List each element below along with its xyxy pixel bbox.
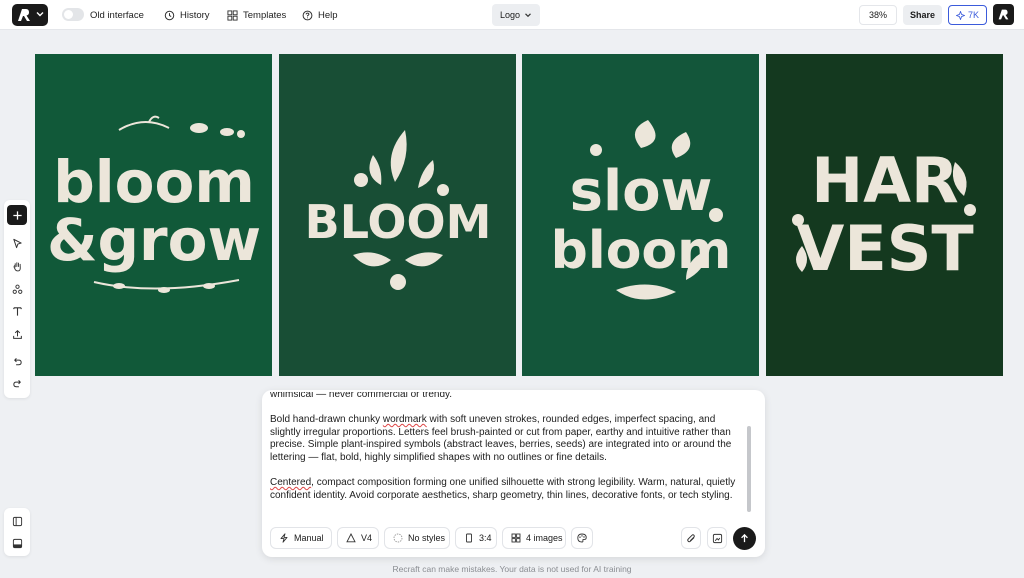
image-artwork: bloom &grow — [46, 115, 261, 293]
history-label: History — [180, 9, 210, 21]
palette-button[interactable] — [571, 527, 593, 549]
style-category-select[interactable]: Logo — [492, 4, 540, 26]
image-count-button[interactable]: 4 images — [502, 527, 566, 549]
image-count-value: 4 images — [526, 533, 563, 543]
image-icon — [712, 533, 722, 543]
zoom-level-button[interactable]: 38% — [859, 5, 897, 25]
palette-icon — [577, 533, 587, 543]
zoom-level-value: 38% — [868, 10, 887, 20]
generated-image-1[interactable]: bloom &grow — [35, 54, 272, 376]
image-artwork: HAR VEST — [791, 144, 976, 285]
model-button[interactable]: V4 — [337, 527, 379, 549]
grid-icon — [511, 533, 521, 543]
generated-image-4[interactable]: HAR VEST — [766, 54, 1003, 376]
prompt-paragraph-1: whimsical — never commercial or trendy. — [270, 392, 453, 400]
select-tool[interactable] — [7, 233, 27, 253]
mode-value: Manual — [294, 533, 324, 543]
canvas-toolbar — [4, 200, 30, 398]
artwork-line-1: slow — [569, 159, 712, 224]
style-icon — [393, 533, 403, 543]
help-icon — [302, 10, 313, 20]
style-category-value: Logo — [499, 10, 521, 20]
artwork-line-1: BLOOM — [304, 195, 491, 249]
help-label: Help — [318, 9, 338, 21]
generated-image-2[interactable]: BLOOM — [279, 54, 516, 376]
add-button[interactable] — [7, 205, 27, 225]
image-artwork: slow bloom — [550, 120, 731, 300]
components-tool[interactable] — [7, 279, 27, 299]
artwork-line-1: HAR — [811, 144, 959, 217]
app-menu-button[interactable] — [12, 4, 48, 26]
hand-icon — [13, 261, 21, 271]
help-button[interactable]: Help — [302, 8, 338, 22]
upload-tool[interactable] — [7, 324, 27, 344]
prompt-scrollbar[interactable] — [747, 426, 751, 512]
hand-tool[interactable] — [7, 256, 27, 276]
generated-image-3[interactable]: slow bloom — [522, 54, 759, 376]
shapes-icon — [12, 284, 22, 294]
generate-button[interactable] — [733, 527, 756, 550]
templates-label: Templates — [243, 9, 287, 21]
history-button[interactable]: History — [164, 8, 210, 22]
layers-panel-button[interactable] — [7, 511, 27, 531]
image-artwork: BLOOM — [304, 130, 491, 290]
credits-value: 7K — [967, 10, 979, 20]
templates-button[interactable]: Templates — [227, 8, 286, 22]
sidebar-icon — [12, 516, 22, 526]
old-interface-label: Old interface — [90, 9, 144, 21]
aspect-ratio-button[interactable]: 3:4 — [455, 527, 497, 549]
sparkle-icon — [955, 10, 965, 20]
prompt-paragraph-2: Bold hand-drawn chunky wordmark with sof… — [270, 414, 732, 463]
view-toolbar — [4, 508, 30, 556]
model-icon — [346, 533, 356, 543]
image-prompt-button[interactable] — [707, 527, 727, 549]
share-label: Share — [909, 10, 935, 20]
artwork-line-2: &grow — [46, 206, 260, 274]
top-bar: Old interface History Templates Help Log… — [0, 0, 1024, 30]
text-tool[interactable] — [7, 301, 27, 321]
old-interface-toggle[interactable] — [62, 8, 84, 21]
undo-button[interactable] — [7, 351, 27, 371]
attach-button[interactable] — [681, 527, 701, 549]
artwork-line-2: bloom — [550, 221, 731, 281]
redo-icon — [12, 379, 21, 387]
bottom-panel-button[interactable] — [7, 533, 27, 553]
aspect-ratio-icon — [466, 533, 472, 543]
user-avatar[interactable] — [993, 4, 1014, 25]
share-button[interactable]: Share — [903, 5, 942, 25]
prompt-paragraph-3: Centered, compact composition forming on… — [270, 477, 736, 501]
artwork-line-2: VEST — [796, 212, 973, 285]
model-value: V4 — [361, 533, 373, 543]
styles-button[interactable]: No styles — [384, 527, 450, 549]
recraft-logo-icon — [998, 9, 1009, 20]
panel-bottom-icon — [12, 538, 22, 548]
recraft-logo-icon — [18, 9, 30, 21]
arrow-up-icon — [741, 533, 748, 543]
history-icon — [164, 10, 175, 20]
disclaimer-text: Recraft can make mistakes. Your data is … — [392, 564, 632, 574]
upload-icon — [12, 329, 22, 339]
lightning-icon — [280, 533, 288, 543]
undo-icon — [13, 357, 22, 365]
aspect-ratio-value: 3:4 — [479, 533, 492, 543]
mode-button[interactable]: Manual — [270, 527, 332, 549]
styles-value: No styles — [408, 533, 446, 543]
plus-icon — [12, 210, 22, 220]
templates-icon — [227, 9, 238, 21]
paperclip-icon — [686, 533, 695, 542]
cursor-icon — [12, 238, 22, 248]
redo-button[interactable] — [7, 373, 27, 393]
chevron-down-icon — [525, 13, 531, 18]
credits-button[interactable]: 7K — [948, 5, 987, 25]
text-icon — [12, 306, 22, 316]
chevron-down-icon — [36, 12, 44, 17]
prompt-textarea[interactable]: whimsical — never commercial or trendy. … — [270, 392, 748, 518]
